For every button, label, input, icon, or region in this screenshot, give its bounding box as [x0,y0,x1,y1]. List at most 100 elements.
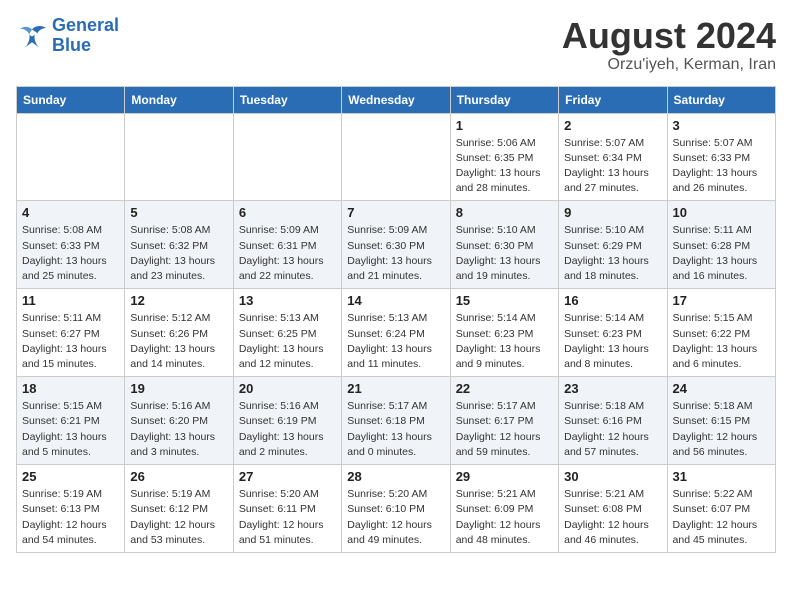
weekday-header: Wednesday [342,86,450,113]
day-number: 5 [130,205,227,220]
day-content: Sunrise: 5:20 AM Sunset: 6:11 PM Dayligh… [239,487,336,548]
day-number: 25 [22,469,119,484]
day-number: 16 [564,293,661,308]
day-number: 28 [347,469,444,484]
weekday-header: Thursday [450,86,558,113]
day-content: Sunrise: 5:12 AM Sunset: 6:26 PM Dayligh… [130,311,227,372]
calendar-cell: 13 Sunrise: 5:13 AM Sunset: 6:25 PM Dayli… [233,289,341,377]
day-content: Sunrise: 5:13 AM Sunset: 6:25 PM Dayligh… [239,311,336,372]
day-number: 27 [239,469,336,484]
day-number: 6 [239,205,336,220]
day-content: Sunrise: 5:07 AM Sunset: 6:34 PM Dayligh… [564,136,661,197]
calendar-cell: 19Sunrise: 5:16 AM Sunset: 6:20 PM Dayli… [125,377,233,465]
day-content: Sunrise: 5:14 AM Sunset: 6:23 PM Dayligh… [564,311,661,372]
calendar-week-row: 18 Sunrise: 5:15 AM Sunset: 6:21 PM Dayli… [17,377,776,465]
day-number: 10 [673,205,770,220]
calendar-cell: 24 Sunrise: 5:18 AM Sunset: 6:15 PM Dayli… [667,377,775,465]
day-content: Sunrise: 5:09 AM Sunset: 6:31 PM Dayligh… [239,223,336,284]
day-content: Sunrise: 5:08 AM Sunset: 6:32 PM Dayligh… [130,223,227,284]
day-content: Sunrise: 5:15 AM Sunset: 6:21 PM Dayligh… [22,399,119,460]
calendar-body: 1 Sunrise: 5:06 AM Sunset: 6:35 PM Daylig… [17,113,776,552]
weekday-header: Sunday [17,86,125,113]
day-number: 7 [347,205,444,220]
calendar-cell: 10 Sunrise: 5:11 AM Sunset: 6:28 PM Dayli… [667,201,775,289]
calendar-cell: 3 Sunrise: 5:07 AM Sunset: 6:33 PM Daylig… [667,113,775,201]
day-content: Sunrise: 5:17 AM Sunset: 6:18 PM Dayligh… [347,399,444,460]
day-number: 22 [456,381,553,396]
day-number: 19 [130,381,227,396]
day-number: 3 [673,118,770,133]
weekday-header: Saturday [667,86,775,113]
calendar-week-row: 4Sunrise: 5:08 AM Sunset: 6:33 PM Daylig… [17,201,776,289]
day-number: 13 [239,293,336,308]
day-content: Sunrise: 5:10 AM Sunset: 6:30 PM Dayligh… [456,223,553,284]
calendar-cell: 18 Sunrise: 5:15 AM Sunset: 6:21 PM Dayli… [17,377,125,465]
calendar-cell: 23Sunrise: 5:18 AM Sunset: 6:16 PM Dayli… [559,377,667,465]
day-content: Sunrise: 5:11 AM Sunset: 6:27 PM Dayligh… [22,311,119,372]
day-content: Sunrise: 5:14 AM Sunset: 6:23 PM Dayligh… [456,311,553,372]
weekday-header: Friday [559,86,667,113]
day-number: 12 [130,293,227,308]
calendar-cell: 21 Sunrise: 5:17 AM Sunset: 6:18 PM Dayli… [342,377,450,465]
day-number: 1 [456,118,553,133]
logo-text: General Blue [52,16,119,56]
calendar-cell: 8 Sunrise: 5:10 AM Sunset: 6:30 PM Daylig… [450,201,558,289]
day-content: Sunrise: 5:21 AM Sunset: 6:09 PM Dayligh… [456,487,553,548]
day-number: 24 [673,381,770,396]
day-number: 8 [456,205,553,220]
calendar-cell [342,113,450,201]
day-number: 18 [22,381,119,396]
calendar-cell: 20Sunrise: 5:16 AM Sunset: 6:19 PM Dayli… [233,377,341,465]
calendar-cell: 12 Sunrise: 5:12 AM Sunset: 6:26 PM Dayli… [125,289,233,377]
day-content: Sunrise: 5:16 AM Sunset: 6:19 PM Dayligh… [239,399,336,460]
calendar-cell: 31 Sunrise: 5:22 AM Sunset: 6:07 PM Dayli… [667,465,775,553]
day-number: 17 [673,293,770,308]
day-content: Sunrise: 5:22 AM Sunset: 6:07 PM Dayligh… [673,487,770,548]
day-content: Sunrise: 5:09 AM Sunset: 6:30 PM Dayligh… [347,223,444,284]
day-content: Sunrise: 5:06 AM Sunset: 6:35 PM Dayligh… [456,136,553,197]
calendar-cell: 11 Sunrise: 5:11 AM Sunset: 6:27 PM Dayli… [17,289,125,377]
calendar-cell [233,113,341,201]
calendar-week-row: 25Sunrise: 5:19 AM Sunset: 6:13 PM Dayli… [17,465,776,553]
day-content: Sunrise: 5:20 AM Sunset: 6:10 PM Dayligh… [347,487,444,548]
weekday-header: Tuesday [233,86,341,113]
day-number: 9 [564,205,661,220]
calendar-cell: 29 Sunrise: 5:21 AM Sunset: 6:09 PM Dayli… [450,465,558,553]
calendar-week-row: 11 Sunrise: 5:11 AM Sunset: 6:27 PM Dayli… [17,289,776,377]
calendar-cell: 25Sunrise: 5:19 AM Sunset: 6:13 PM Dayli… [17,465,125,553]
day-content: Sunrise: 5:11 AM Sunset: 6:28 PM Dayligh… [673,223,770,284]
logo-icon [16,22,48,50]
day-content: Sunrise: 5:08 AM Sunset: 6:33 PM Dayligh… [22,223,119,284]
day-content: Sunrise: 5:18 AM Sunset: 6:15 PM Dayligh… [673,399,770,460]
calendar-cell: 28 Sunrise: 5:20 AM Sunset: 6:10 PM Dayli… [342,465,450,553]
day-content: Sunrise: 5:17 AM Sunset: 6:17 PM Dayligh… [456,399,553,460]
day-number: 11 [22,293,119,308]
page-header: General Blue August 2024 Orzu'iyeh, Kerm… [16,16,776,74]
title-block: August 2024 Orzu'iyeh, Kerman, Iran [562,16,776,74]
weekday-header: Monday [125,86,233,113]
calendar-cell [17,113,125,201]
day-number: 29 [456,469,553,484]
calendar-cell: 22 Sunrise: 5:17 AM Sunset: 6:17 PM Dayli… [450,377,558,465]
calendar-cell [125,113,233,201]
day-number: 14 [347,293,444,308]
calendar-week-row: 1 Sunrise: 5:06 AM Sunset: 6:35 PM Daylig… [17,113,776,201]
calendar-cell: 26Sunrise: 5:19 AM Sunset: 6:12 PM Dayli… [125,465,233,553]
calendar-cell: 30 Sunrise: 5:21 AM Sunset: 6:08 PM Dayli… [559,465,667,553]
calendar-cell: 4Sunrise: 5:08 AM Sunset: 6:33 PM Daylig… [17,201,125,289]
calendar-cell: 6 Sunrise: 5:09 AM Sunset: 6:31 PM Daylig… [233,201,341,289]
main-title: August 2024 [562,16,776,56]
calendar-header-row: SundayMondayTuesdayWednesdayThursdayFrid… [17,86,776,113]
day-content: Sunrise: 5:10 AM Sunset: 6:29 PM Dayligh… [564,223,661,284]
day-number: 30 [564,469,661,484]
day-number: 31 [673,469,770,484]
day-content: Sunrise: 5:18 AM Sunset: 6:16 PM Dayligh… [564,399,661,460]
calendar-cell: 17Sunrise: 5:15 AM Sunset: 6:22 PM Dayli… [667,289,775,377]
logo: General Blue [16,16,119,56]
day-number: 26 [130,469,227,484]
calendar-cell: 2Sunrise: 5:07 AM Sunset: 6:34 PM Daylig… [559,113,667,201]
day-content: Sunrise: 5:07 AM Sunset: 6:33 PM Dayligh… [673,136,770,197]
day-number: 21 [347,381,444,396]
day-content: Sunrise: 5:21 AM Sunset: 6:08 PM Dayligh… [564,487,661,548]
logo-line2: Blue [52,35,91,55]
